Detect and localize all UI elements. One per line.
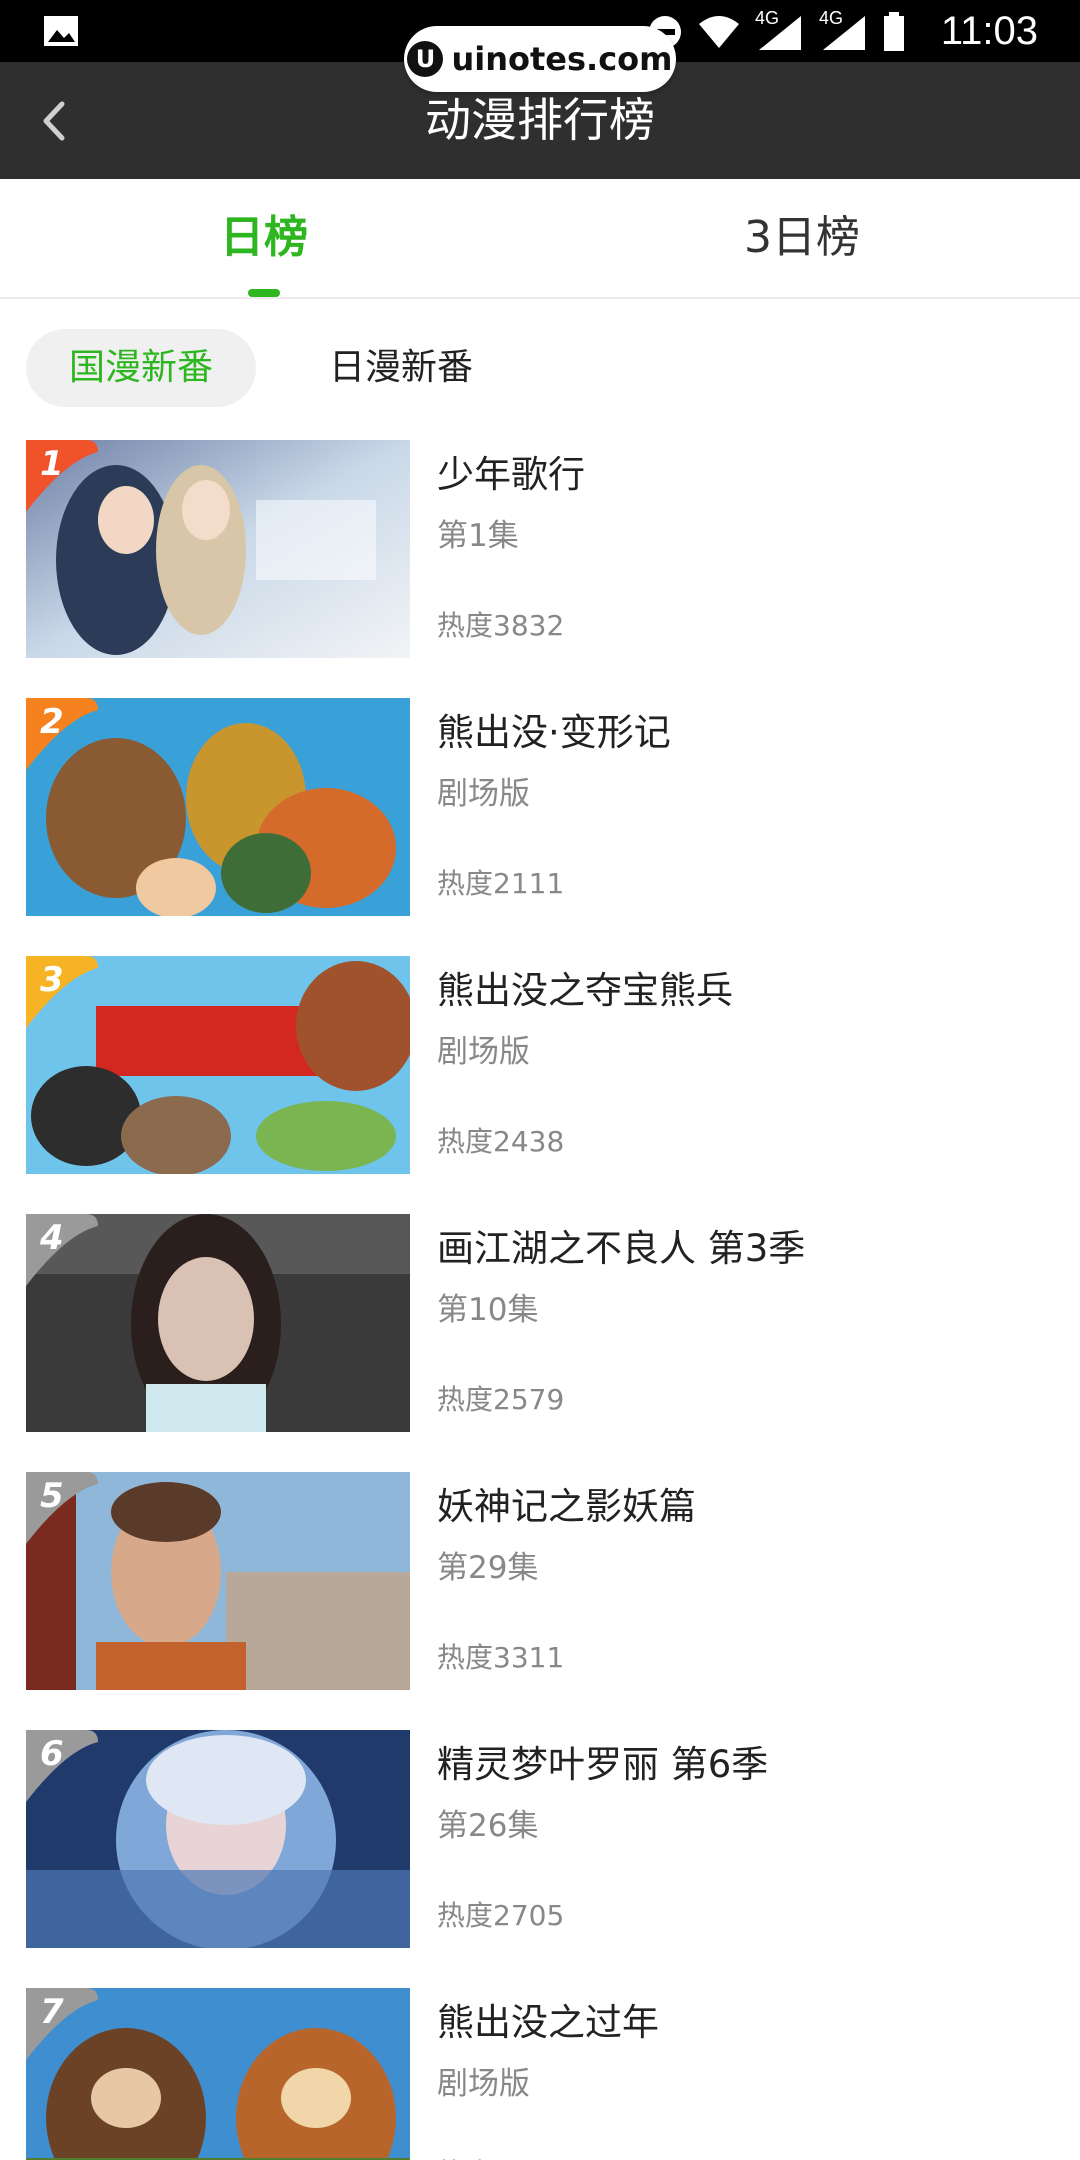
item-title[interactable]: 熊出没之过年 <box>437 1992 659 2046</box>
item-title[interactable]: 画江湖之不良人 第3季 <box>437 1218 805 1272</box>
signal-icon <box>823 16 865 50</box>
item-info: 熊出没之过年 剧场版 热度 <box>437 1988 1057 2160</box>
item-info: 少年歌行 第1集 热度3832 <box>437 440 1057 658</box>
page-title: 动漫排行榜 <box>425 93 655 147</box>
thumbnail[interactable]: 1 <box>26 440 410 658</box>
list-item[interactable]: 2 熊出没·变形记 剧场版 热度2111 <box>0 698 1080 916</box>
item-episode: 剧场版 <box>437 1034 530 1070</box>
item-info: 妖神记之影妖篇 第29集 热度3311 <box>437 1472 1057 1690</box>
item-episode: 第10集 <box>437 1292 539 1328</box>
item-info: 精灵梦叶罗丽 第6季 第26集 热度2705 <box>437 1730 1057 1948</box>
list-item[interactable]: 5 妖神记之影妖篇 第29集 热度3311 <box>0 1472 1080 1690</box>
rank-number: 6 <box>40 1734 64 1774</box>
item-title[interactable]: 熊出没之夺宝熊兵 <box>437 960 733 1014</box>
battery-icon <box>884 12 904 51</box>
tab-daily[interactable]: 日榜 <box>114 179 414 297</box>
item-heat: 热度2438 <box>437 1125 565 1158</box>
filter-chip-riman[interactable]: 日漫新番 <box>296 329 506 407</box>
signal-2: 4G <box>819 8 869 52</box>
watermark-badge: U uinotes.com <box>404 26 676 92</box>
screen: 4G 4G 11:03 U uinotes.com 动漫排行榜 日榜 3日榜 国… <box>0 0 1080 2160</box>
watermark-logo: U <box>407 41 444 77</box>
image-icon <box>44 16 78 46</box>
thumbnail[interactable]: 5 <box>26 1472 410 1690</box>
thumbnail[interactable]: 3 <box>26 956 410 1174</box>
clock: 11:03 <box>940 9 1038 53</box>
item-title[interactable]: 妖神记之影妖篇 <box>437 1476 696 1530</box>
thumbnail[interactable]: 4 <box>26 1214 410 1432</box>
signal-1: 4G <box>755 8 805 52</box>
tab-bar: 日榜 3日榜 <box>0 179 1080 299</box>
item-info: 熊出没之夺宝熊兵 剧场版 热度2438 <box>437 956 1057 1174</box>
tab-3day[interactable]: 3日榜 <box>652 179 952 297</box>
thumbnail[interactable]: 7 <box>26 1988 410 2160</box>
list-item[interactable]: 7 熊出没之过年 剧场版 热度 <box>0 1988 1080 2160</box>
rank-number: 3 <box>40 960 64 1000</box>
rank-number: 4 <box>40 1218 64 1258</box>
list-item[interactable]: 1 少年歌行 第1集 热度3832 <box>0 440 1080 658</box>
status-icons: 4G 4G <box>647 8 905 52</box>
item-heat: 热度 <box>437 2152 493 2160</box>
watermark-text: uinotes.com <box>451 40 673 78</box>
thumbnail[interactable]: 2 <box>26 698 410 916</box>
item-title[interactable]: 精灵梦叶罗丽 第6季 <box>437 1734 768 1788</box>
item-info: 熊出没·变形记 剧场版 热度2111 <box>437 698 1057 916</box>
item-heat: 热度2705 <box>437 1899 565 1932</box>
rank-number: 5 <box>40 1476 64 1516</box>
item-title[interactable]: 少年歌行 <box>437 444 585 498</box>
item-episode: 剧场版 <box>437 2066 530 2102</box>
tab-indicator <box>248 289 280 297</box>
signal-icon <box>759 16 801 50</box>
list-item[interactable]: 4 画江湖之不良人 第3季 第10集 热度2579 <box>0 1214 1080 1432</box>
thumbnail[interactable]: 6 <box>26 1730 410 1948</box>
item-title[interactable]: 熊出没·变形记 <box>437 702 671 756</box>
list-item[interactable]: 3 熊出没之夺宝熊兵 剧场版 热度2438 <box>0 956 1080 1174</box>
rank-number: 7 <box>40 1992 64 2032</box>
rank-number: 1 <box>40 444 64 484</box>
item-episode: 剧场版 <box>437 776 530 812</box>
rank-number: 2 <box>40 702 64 742</box>
item-episode: 第29集 <box>437 1550 539 1586</box>
item-heat: 热度3311 <box>437 1641 565 1674</box>
item-episode: 第1集 <box>437 518 519 554</box>
item-heat: 热度2579 <box>437 1383 565 1416</box>
filter-chip-guoman[interactable]: 国漫新番 <box>26 329 256 407</box>
item-heat: 热度3832 <box>437 609 565 642</box>
wifi-icon <box>699 16 739 48</box>
item-heat: 热度2111 <box>437 867 565 900</box>
item-info: 画江湖之不良人 第3季 第10集 热度2579 <box>437 1214 1057 1432</box>
list-item[interactable]: 6 精灵梦叶罗丽 第6季 第26集 热度2705 <box>0 1730 1080 1948</box>
item-episode: 第26集 <box>437 1808 539 1844</box>
